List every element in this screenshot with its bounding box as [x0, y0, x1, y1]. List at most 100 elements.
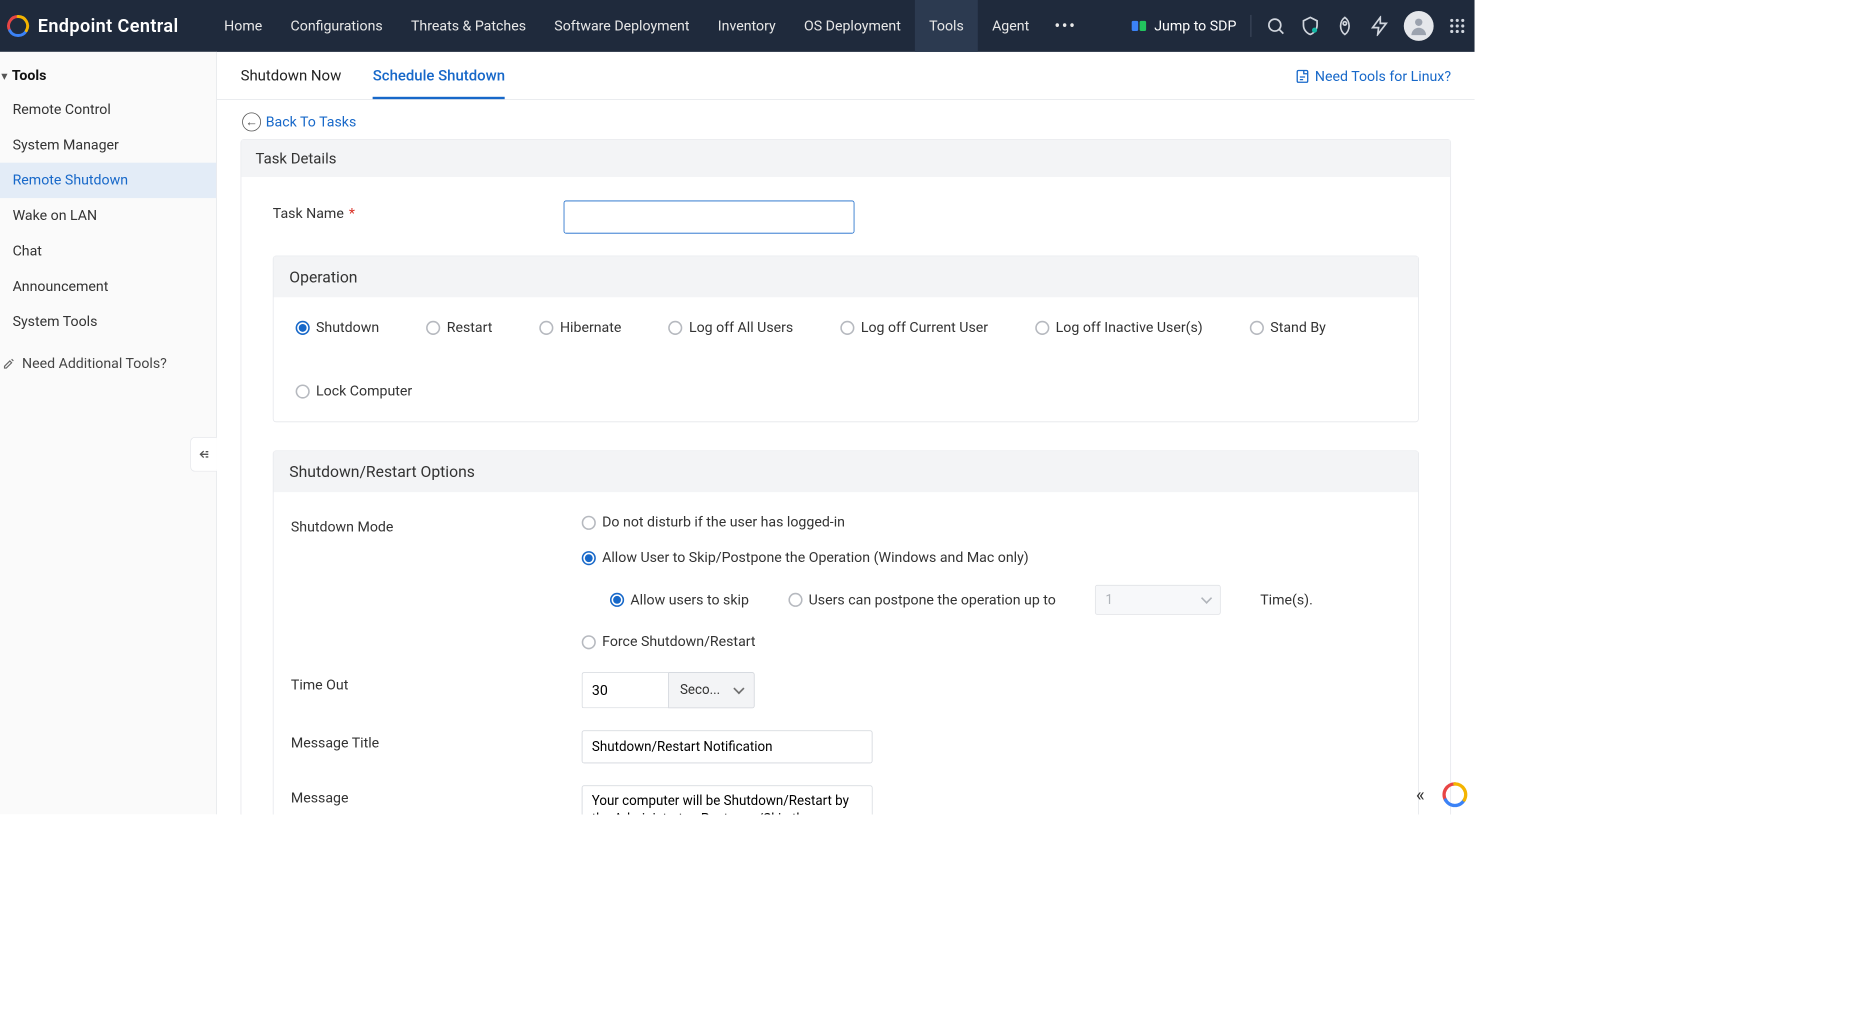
radio-icon — [1250, 320, 1264, 334]
msg-row: Message — [291, 785, 1401, 814]
mode-do-not-disturb[interactable]: Do not disturb if the user has logged-in — [582, 514, 1313, 531]
note-icon — [1294, 68, 1310, 84]
sidebar-item-remote-control[interactable]: Remote Control — [0, 92, 216, 127]
shutdown-mode-label: Shutdown Mode — [291, 514, 582, 535]
shield-icon[interactable] — [1300, 16, 1320, 36]
operation-hibernate[interactable]: Hibernate — [539, 319, 621, 336]
operation-standby[interactable]: Stand By — [1250, 319, 1326, 336]
nav-more[interactable]: ••• — [1043, 0, 1087, 52]
sidebar-heading[interactable]: ▾ Tools — [0, 60, 216, 92]
shutdown-options-panel: Shutdown/Restart Options Shutdown Mode D… — [273, 450, 1419, 814]
operation-options: Shutdown Restart Hibernate Log off All U… — [291, 319, 1401, 399]
operation-shutdown[interactable]: Shutdown — [296, 319, 380, 336]
need-linux-tools-label: Need Tools for Linux? — [1315, 68, 1451, 85]
float-controls: « — [1407, 781, 1468, 808]
apps-grid-icon[interactable] — [1448, 17, 1467, 36]
user-icon — [1408, 15, 1430, 37]
message-textarea[interactable] — [582, 785, 873, 814]
back-arrow-icon: ← — [242, 112, 261, 131]
radio-icon — [426, 320, 440, 334]
mode-sub-options: Allow users to skip Users can postpone t… — [610, 585, 1313, 615]
task-name-label: Task Name * — [273, 200, 564, 221]
sidebar-need-tools[interactable]: Need Additional Tools? — [0, 344, 216, 383]
content: ← Back To Tasks Task Details Task Name *… — [217, 100, 1475, 814]
top-nav: Endpoint Central Home Configurations Thr… — [0, 0, 1475, 52]
nav-os-deployment[interactable]: OS Deployment — [790, 0, 915, 52]
nav-items: Home Configurations Threats & Patches So… — [210, 0, 1088, 52]
tab-shutdown-now[interactable]: Shutdown Now — [241, 66, 342, 99]
divider — [1251, 15, 1252, 37]
jump-to-sdp[interactable]: Jump to SDP — [1131, 17, 1237, 34]
timeout-input[interactable] — [582, 672, 668, 708]
timeout-unit-select[interactable]: Seco... — [668, 672, 754, 708]
operation-logoff-current[interactable]: Log off Current User — [840, 319, 988, 336]
task-name-input[interactable] — [564, 200, 855, 233]
app-logo-small-icon[interactable] — [1442, 781, 1469, 808]
timeout-wrap: Seco... — [582, 672, 755, 708]
sidebar-item-chat[interactable]: Chat — [0, 233, 216, 268]
required-indicator: * — [345, 205, 355, 222]
sub-postpone[interactable]: Users can postpone the operation up to — [788, 591, 1056, 608]
sidebar-collapse-toggle[interactable] — [190, 437, 217, 472]
radio-icon — [610, 593, 624, 607]
sidebar-need-tools-label: Need Additional Tools? — [22, 355, 167, 372]
radio-icon — [296, 384, 310, 398]
operation-lock[interactable]: Lock Computer — [296, 383, 413, 400]
tab-schedule-shutdown[interactable]: Schedule Shutdown — [373, 66, 505, 99]
radio-icon — [539, 320, 553, 334]
timeout-row: Time Out Seco... — [291, 672, 1401, 708]
chevron-down-icon — [1201, 593, 1212, 604]
operation-restart[interactable]: Restart — [426, 319, 492, 336]
radio-icon — [582, 635, 596, 649]
back-to-tasks-link[interactable]: ← Back To Tasks — [241, 108, 1451, 139]
rocket-icon[interactable] — [1335, 16, 1355, 36]
sdp-icon — [1131, 17, 1148, 34]
nav-threats-patches[interactable]: Threats & Patches — [397, 0, 540, 52]
tools-icon — [2, 356, 16, 370]
app-logo-icon — [6, 14, 30, 38]
shutdown-mode-options: Do not disturb if the user has logged-in… — [582, 514, 1313, 650]
postpone-suffix: Time(s). — [1260, 591, 1313, 608]
operation-panel-title: Operation — [274, 256, 1418, 297]
topnav-right: Jump to SDP — [1131, 11, 1467, 41]
message-title-input[interactable] — [582, 730, 873, 763]
panel-title: Task Details — [241, 140, 1450, 177]
radio-icon — [788, 593, 802, 607]
jump-to-sdp-label: Jump to SDP — [1154, 18, 1236, 35]
operation-logoff-all[interactable]: Log off All Users — [668, 319, 793, 336]
mode-allow-skip-postpone[interactable]: Allow User to Skip/Postpone the Operatio… — [582, 549, 1313, 566]
sidebar-item-announcement[interactable]: Announcement — [0, 269, 216, 304]
user-avatar[interactable] — [1404, 11, 1434, 41]
nav-software-deployment[interactable]: Software Deployment — [540, 0, 704, 52]
chevron-down-icon: ▾ — [2, 70, 8, 83]
sidebar-item-remote-shutdown[interactable]: Remote Shutdown — [0, 163, 216, 198]
nav-tools[interactable]: Tools — [915, 0, 978, 52]
sidebar-item-system-manager[interactable]: System Manager — [0, 127, 216, 162]
operation-panel: Operation Shutdown Restart Hibernate Log… — [273, 255, 1419, 422]
nav-configurations[interactable]: Configurations — [276, 0, 396, 52]
main-content: Shutdown Now Schedule Shutdown Need Tool… — [217, 52, 1475, 814]
operation-logoff-inactive[interactable]: Log off Inactive User(s) — [1035, 319, 1202, 336]
sidebar-item-wake-on-lan[interactable]: Wake on LAN — [0, 198, 216, 233]
nav-agent[interactable]: Agent — [978, 0, 1043, 52]
search-icon[interactable] — [1265, 16, 1285, 36]
sub-allow-skip[interactable]: Allow users to skip — [610, 591, 749, 608]
shutdown-options-title: Shutdown/Restart Options — [274, 451, 1418, 492]
msg-title-label: Message Title — [291, 730, 582, 751]
radio-icon — [840, 320, 854, 334]
timeout-unit-value: Seco... — [680, 682, 720, 698]
nav-home[interactable]: Home — [210, 0, 276, 52]
nav-inventory[interactable]: Inventory — [704, 0, 790, 52]
sidebar: ▾ Tools Remote Control System Manager Re… — [0, 52, 217, 814]
collapse-icon — [196, 446, 212, 462]
task-name-row: Task Name * — [273, 200, 1419, 233]
need-linux-tools-link[interactable]: Need Tools for Linux? — [1294, 68, 1451, 97]
bolt-icon[interactable] — [1369, 16, 1389, 36]
postpone-count-value: 1 — [1105, 592, 1113, 608]
sidebar-item-system-tools[interactable]: System Tools — [0, 304, 216, 339]
radio-icon — [668, 320, 682, 334]
postpone-count-select: 1 — [1095, 585, 1221, 615]
mode-force[interactable]: Force Shutdown/Restart — [582, 634, 1313, 651]
brand-logo[interactable]: Endpoint Central — [6, 14, 178, 38]
collapse-right-icon[interactable]: « — [1407, 781, 1434, 808]
